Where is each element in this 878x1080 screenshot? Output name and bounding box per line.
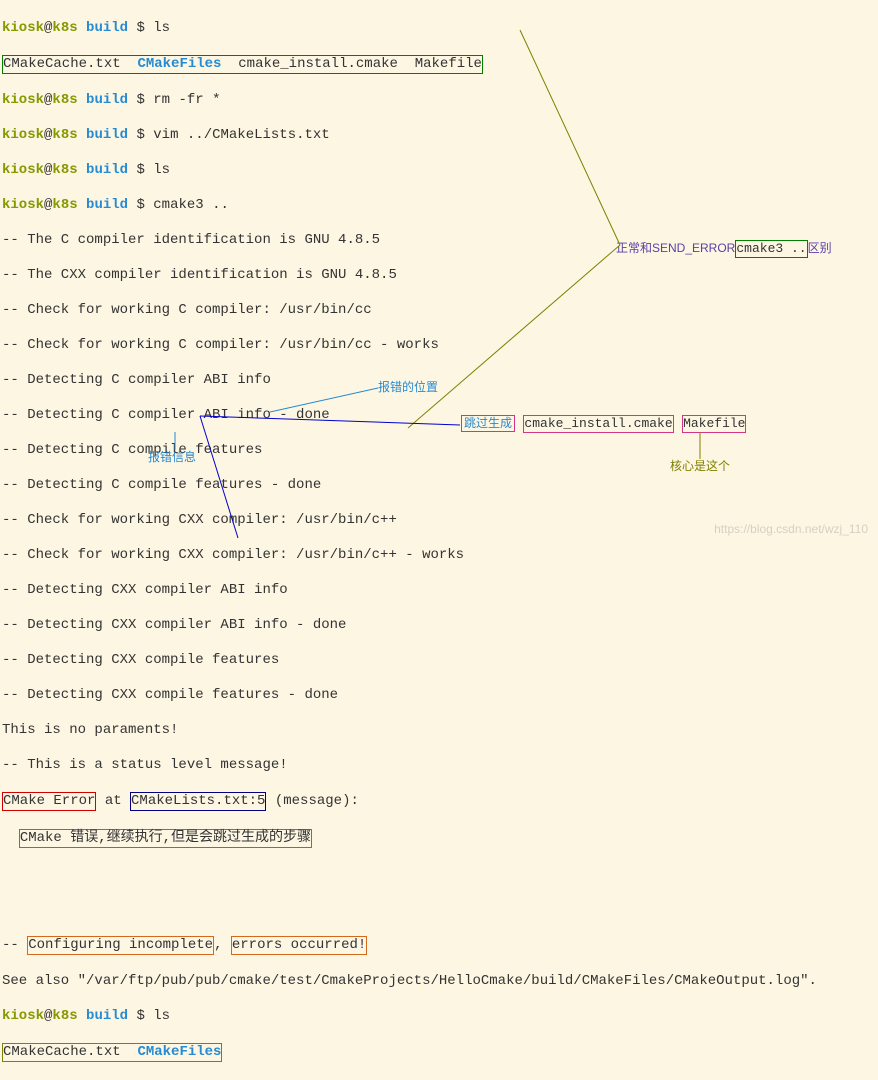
cmake3-box: cmake3 .. (735, 240, 807, 258)
line-cmd: kiosk@k8s build $ rm -fr * (2, 92, 876, 110)
line-cmd: kiosk@k8s build $ ls (2, 20, 876, 38)
skipgen-box: 跳过生成 (461, 415, 515, 432)
cmd-vim: vim ../CMakeLists.txt (153, 127, 329, 143)
prompt-user: kiosk (2, 20, 44, 36)
cmake-out: -- Detecting CXX compile features (2, 652, 876, 670)
watermark: https://blog.csdn.net/wzj_110 (714, 522, 868, 537)
cmake-error-msg-box: CMake 错误,继续执行,但是会跳过生成的步骤 (19, 829, 312, 849)
blank-line (2, 866, 876, 884)
terminal-output: kiosk@k8s build $ ls CMakeCache.txt CMak… (2, 2, 876, 1080)
cmake-out: -- Check for working C compiler: /usr/bi… (2, 302, 876, 320)
makefile-box: Makefile (682, 415, 746, 433)
cmd-ls: ls (153, 162, 170, 178)
line-cmd: kiosk@k8s build $ vim ../CMakeLists.txt (2, 127, 876, 145)
cmake-out: -- Detecting C compiler ABI info (2, 372, 876, 390)
prompt-host: k8s (52, 20, 77, 36)
cmake-out: -- Detecting C compile features (2, 442, 876, 460)
cmake-error-loc-box: CMakeLists.txt:5 (130, 792, 266, 812)
prompt-path: build (86, 20, 128, 36)
cmake-configure-line: -- Configuring incomplete, errors occurr… (2, 936, 876, 956)
cmake-out: -- Detecting CXX compile features - done (2, 687, 876, 705)
cmake-error-box: CMake Error (2, 792, 96, 812)
cmake-out: -- Check for working CXX compiler: /usr/… (2, 547, 876, 565)
cmake-seealso: See also "/var/ftp/pub/pub/cmake/test/Cm… (2, 973, 876, 991)
annotation-skipgen: 跳过生成 cmake_install.cmake Makefile (461, 415, 746, 434)
cmake-out: -- Check for working C compiler: /usr/bi… (2, 337, 876, 355)
line-cmd: kiosk@k8s build $ ls (2, 1008, 876, 1026)
label-error-pos: 报错的位置 (378, 380, 438, 395)
cmd-ls: ls (153, 1008, 170, 1024)
line-cmd: kiosk@k8s build $ ls (2, 162, 876, 180)
cmake-out-status: -- This is a status level message! (2, 757, 876, 775)
cmd-cmake3: cmake3 .. (153, 197, 229, 213)
cmake-out: -- Detecting CXX compiler ABI info (2, 582, 876, 600)
cmd-ls: ls (153, 20, 170, 36)
cmake-out: -- Detecting CXX compiler ABI info - don… (2, 617, 876, 635)
cmake-error-line: CMake Error at CMakeLists.txt:5 (message… (2, 792, 876, 812)
line-cmd: kiosk@k8s build $ cmake3 .. (2, 197, 876, 215)
line-ls-output: CMakeCache.txt CMakeFiles (2, 1043, 876, 1063)
ls-output-box2: CMakeCache.txt CMakeFiles (2, 1043, 222, 1063)
cmake-out-noparams: This is no paraments! (2, 722, 876, 740)
annotation-right: 正常和SEND_ERRORcmake3 ..区别 (616, 240, 832, 259)
label-core: 核心是这个 (670, 459, 730, 474)
cmake-error-msg-line: CMake 错误,继续执行,但是会跳过生成的步骤 (2, 829, 876, 849)
install-box: cmake_install.cmake (523, 415, 673, 433)
cfg-errors-box: errors occurred! (231, 936, 367, 956)
label-error-info: 报错信息 (148, 450, 196, 465)
cmake-out: -- Detecting C compile features - done (2, 477, 876, 495)
cfg-incomplete-box: Configuring incomplete (27, 936, 214, 956)
cmake-out: -- The CXX compiler identification is GN… (2, 267, 876, 285)
cmd-rm: rm -fr * (153, 92, 220, 108)
ls-output-box: CMakeCache.txt CMakeFiles cmake_install.… (2, 55, 483, 75)
line-ls-output: CMakeCache.txt CMakeFiles cmake_install.… (2, 55, 876, 75)
blank-line (2, 901, 876, 919)
